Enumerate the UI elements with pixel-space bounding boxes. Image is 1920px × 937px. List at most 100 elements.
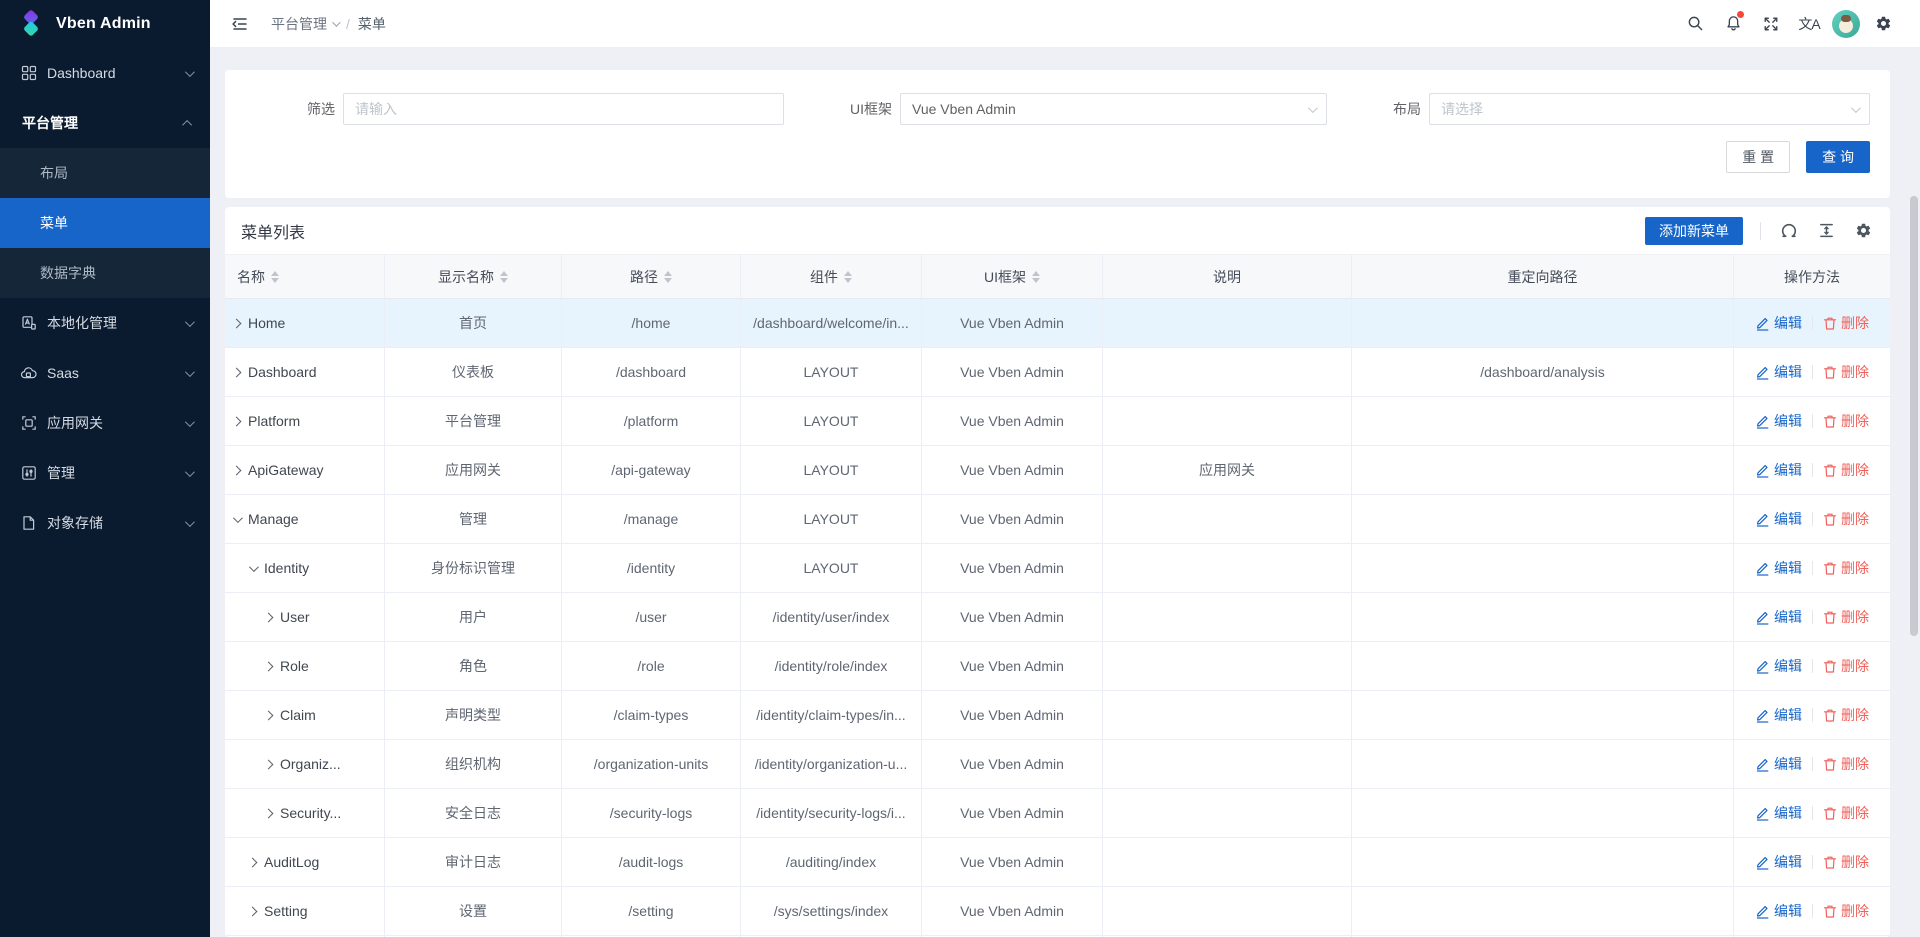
breadcrumb-item[interactable]: 平台管理: [271, 14, 338, 34]
breadcrumb-item[interactable]: 菜单: [358, 14, 386, 34]
edit-link[interactable]: 编辑: [1755, 607, 1802, 627]
refresh-button[interactable]: [1778, 220, 1800, 242]
vben-logo-icon: [16, 9, 46, 39]
user-avatar[interactable]: [1832, 10, 1860, 38]
edit-link[interactable]: 编辑: [1755, 362, 1802, 382]
edit-link[interactable]: 编辑: [1755, 460, 1802, 480]
delete-link[interactable]: 删除: [1823, 901, 1869, 921]
query-button[interactable]: 查 询: [1806, 141, 1870, 173]
edit-link[interactable]: 编辑: [1755, 803, 1802, 823]
cell-component: LAYOUT: [741, 544, 922, 593]
delete-link[interactable]: 删除: [1823, 509, 1869, 529]
expand-caret-icon[interactable]: [264, 710, 274, 720]
column-header[interactable]: 路径: [562, 254, 741, 299]
table-row[interactable]: Identity身份标识管理/identityLAYOUTVue Vben Ad…: [225, 544, 1890, 593]
table-row[interactable]: Security...安全日志/security-logs/identity/s…: [225, 789, 1890, 838]
delete-link[interactable]: 删除: [1823, 558, 1869, 578]
sidebar-item-object-storage[interactable]: 对象存储: [0, 498, 210, 548]
sort-icon[interactable]: [664, 271, 672, 283]
sidebar-item-menu[interactable]: 菜单: [0, 198, 210, 248]
expand-caret-icon[interactable]: [232, 367, 242, 377]
column-header[interactable]: 组件: [741, 254, 922, 299]
delete-link[interactable]: 删除: [1823, 852, 1869, 872]
preferences-button[interactable]: [1868, 9, 1898, 39]
table-row[interactable]: ApiGateway应用网关/api-gatewayLAYOUTVue Vben…: [225, 446, 1890, 495]
sort-icon[interactable]: [844, 271, 852, 283]
page-scrollbar[interactable]: [1908, 48, 1920, 937]
expand-caret-icon[interactable]: [264, 808, 274, 818]
delete-link[interactable]: 删除: [1823, 362, 1869, 382]
table-row[interactable]: Setting设置/setting/sys/settings/indexVue …: [225, 887, 1890, 936]
table-row[interactable]: Home首页/home/dashboard/welcome/in...Vue V…: [225, 299, 1890, 348]
edit-link[interactable]: 编辑: [1755, 852, 1802, 872]
table-row[interactable]: User用户/user/identity/user/indexVue Vben …: [225, 593, 1890, 642]
layout-select[interactable]: 请选择: [1429, 93, 1870, 125]
sidebar-item-dashboard[interactable]: Dashboard: [0, 48, 210, 98]
sort-icon[interactable]: [1032, 271, 1040, 283]
sort-icon[interactable]: [500, 271, 508, 283]
expand-caret-icon[interactable]: [232, 465, 242, 475]
reset-button[interactable]: 重 置: [1726, 141, 1790, 173]
sidebar-item-manage[interactable]: 管理: [0, 448, 210, 498]
table-row[interactable]: Claim声明类型/claim-types/identity/claim-typ…: [225, 691, 1890, 740]
search-button[interactable]: [1680, 9, 1710, 39]
sidebar-item-localization[interactable]: 本地化管理: [0, 298, 210, 348]
sidebar-item-layout[interactable]: 布局: [0, 148, 210, 198]
expand-caret-icon[interactable]: [232, 318, 242, 328]
collapse-caret-icon[interactable]: [233, 513, 243, 523]
expand-caret-icon[interactable]: [248, 857, 258, 867]
notification-button[interactable]: [1718, 9, 1748, 39]
edit-link[interactable]: 编辑: [1755, 411, 1802, 431]
table-row[interactable]: Dashboard仪表板/dashboardLAYOUTVue Vben Adm…: [225, 348, 1890, 397]
ui-framework-select[interactable]: Vue Vben Admin: [900, 93, 1327, 125]
table-row[interactable]: AuditLog审计日志/audit-logs/auditing/indexVu…: [225, 838, 1890, 887]
edit-link[interactable]: 编辑: [1755, 313, 1802, 333]
edit-link[interactable]: 编辑: [1755, 656, 1802, 676]
sidebar-item-api-gateway[interactable]: 应用网关: [0, 398, 210, 448]
sidebar-collapse-button[interactable]: [225, 9, 255, 39]
delete-link[interactable]: 删除: [1823, 803, 1869, 823]
delete-link[interactable]: 删除: [1823, 705, 1869, 725]
expand-caret-icon[interactable]: [264, 759, 274, 769]
cell-redirect: [1352, 446, 1734, 495]
app-logo[interactable]: Vben Admin: [0, 0, 210, 48]
collapse-caret-icon[interactable]: [249, 562, 259, 572]
delete-link[interactable]: 删除: [1823, 607, 1869, 627]
table-row[interactable]: Organiz...组织机构/organization-units/identi…: [225, 740, 1890, 789]
sidebar-item-data-dictionary[interactable]: 数据字典: [0, 248, 210, 298]
table-row[interactable]: Manage管理/manageLAYOUTVue Vben Admin编辑删除: [225, 495, 1890, 544]
sidebar-item-platform-management[interactable]: 平台管理: [0, 98, 210, 148]
fullscreen-button[interactable]: [1756, 9, 1786, 39]
column-header[interactable]: UI框架: [922, 254, 1103, 299]
scrollbar-thumb[interactable]: [1910, 196, 1918, 636]
filter-keyword-input[interactable]: [343, 93, 784, 125]
edit-link[interactable]: 编辑: [1755, 558, 1802, 578]
add-menu-button[interactable]: 添加新菜单: [1645, 217, 1743, 245]
table-row[interactable]: Role角色/role/identity/role/indexVue Vben …: [225, 642, 1890, 691]
delete-link[interactable]: 删除: [1823, 313, 1869, 333]
cell-path: /api-gateway: [562, 446, 741, 495]
edit-link[interactable]: 编辑: [1755, 509, 1802, 529]
expand-caret-icon[interactable]: [264, 612, 274, 622]
translate-button[interactable]: 文A: [1794, 9, 1824, 39]
column-header[interactable]: 名称: [225, 254, 385, 299]
delete-link[interactable]: 删除: [1823, 754, 1869, 774]
sidebar-item-saas[interactable]: Saas: [0, 348, 210, 398]
column-header-label: 名称: [237, 267, 265, 287]
expand-caret-icon[interactable]: [248, 906, 258, 916]
sort-icon[interactable]: [271, 271, 279, 283]
delete-link[interactable]: 删除: [1823, 411, 1869, 431]
delete-link[interactable]: 删除: [1823, 656, 1869, 676]
table-row[interactable]: Platform平台管理/platformLAYOUTVue Vben Admi…: [225, 397, 1890, 446]
table-settings-button[interactable]: [1852, 220, 1874, 242]
edit-link[interactable]: 编辑: [1755, 901, 1802, 921]
row-height-button[interactable]: [1815, 220, 1837, 242]
edit-link[interactable]: 编辑: [1755, 754, 1802, 774]
delete-link[interactable]: 删除: [1823, 460, 1869, 480]
menu-fold-icon: [231, 15, 249, 33]
edit-link[interactable]: 编辑: [1755, 705, 1802, 725]
expand-caret-icon[interactable]: [264, 661, 274, 671]
column-header[interactable]: 显示名称: [385, 254, 562, 299]
cell-actions: 编辑 删除: [1734, 740, 1890, 789]
expand-caret-icon[interactable]: [232, 416, 242, 426]
